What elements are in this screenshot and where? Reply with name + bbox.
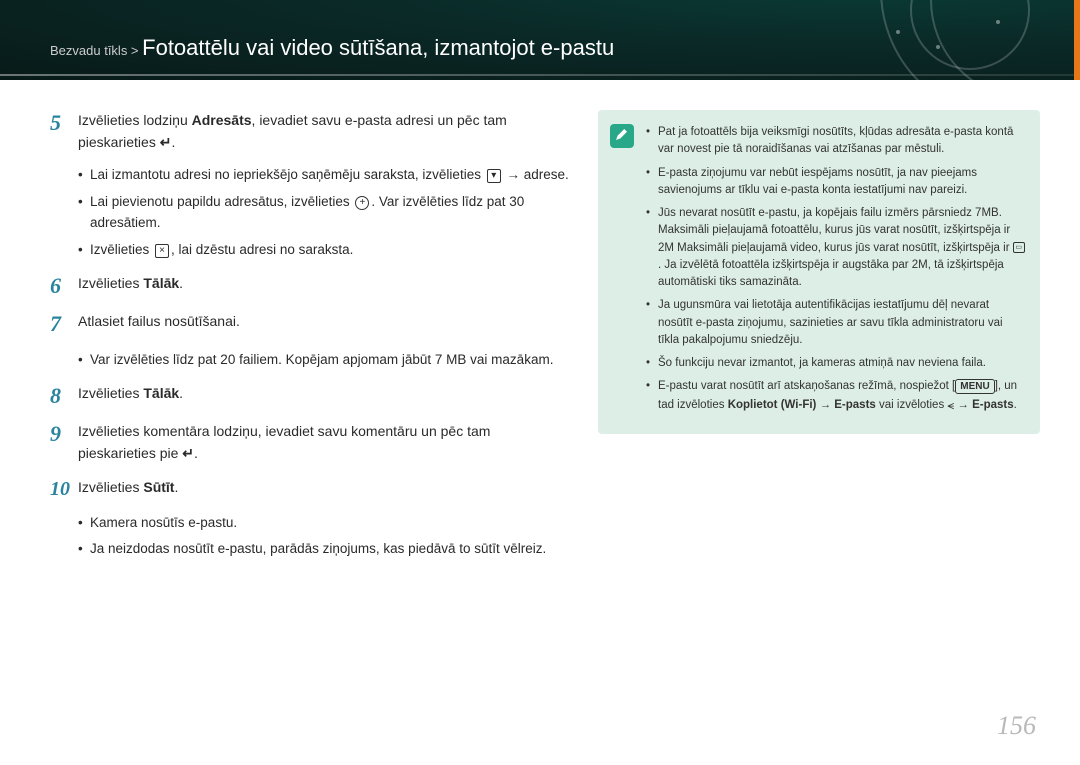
substep: •Izvēlieties ×, lai dzēstu adresi no sar… <box>78 240 570 261</box>
step-number: 7 <box>50 311 78 337</box>
page-title: Fotoattēlu vai video sūtīšana, izmantojo… <box>142 35 614 60</box>
dot-decor <box>936 45 940 49</box>
tip-item: •Šo funkciju nevar izmantot, ja kameras … <box>646 355 1026 372</box>
tip-item: •E-pasta ziņojumu var nebūt iespējams no… <box>646 165 1026 200</box>
step-number: 9 <box>50 421 78 464</box>
tips-box: •Pat ja fotoattēls bija veiksmīgi nosūtī… <box>598 110 1040 434</box>
resolution-icon: ▭ <box>1013 242 1025 253</box>
substep: •Kamera nosūtīs e-pastu. <box>78 513 570 534</box>
step-10: 10 Izvēlieties Sūtīt. <box>50 477 570 501</box>
delete-icon: × <box>155 244 169 258</box>
substep: •Var izvēlēties līdz pat 20 failiem. Kop… <box>78 350 570 371</box>
page-number: 156 <box>997 711 1036 741</box>
step-number: 6 <box>50 273 78 299</box>
dot-decor <box>996 20 1000 24</box>
step-8: 8 Izvēlieties Tālāk. <box>50 383 570 409</box>
dot-decor <box>896 30 900 34</box>
substep: •Lai izmantotu adresi no iepriekšējo saņ… <box>78 165 570 186</box>
dropdown-icon: ▾ <box>487 169 501 183</box>
substep: •Lai pievienotu papildu adresātus, izvēl… <box>78 192 570 234</box>
step-9: 9 Izvēlieties komentāra lodziņu, ievadie… <box>50 421 570 464</box>
step-number: 10 <box>50 477 78 501</box>
add-icon: + <box>355 196 369 210</box>
substep: •Ja neizdodas nosūtīt e-pastu, parādās z… <box>78 539 570 560</box>
step-7: 7 Atlasiet failus nosūtīšanai. <box>50 311 570 337</box>
accent-bar <box>1074 0 1080 80</box>
tip-item: •Ja ugunsmūra vai lietotāja autentifikāc… <box>646 297 1026 349</box>
step-5: 5 Izvēlieties lodziņu Adresāts, ievadiet… <box>50 110 570 153</box>
header-underline <box>0 74 1074 76</box>
tip-item: •Jūs nevarat nosūtīt e-pastu, ja kopējai… <box>646 205 1026 291</box>
instructions-column: 5 Izvēlieties lodziņu Adresāts, ievadiet… <box>50 110 570 572</box>
tip-item: •Pat ja fotoattēls bija veiksmīgi nosūtī… <box>646 124 1026 159</box>
step-6: 6 Izvēlieties Tālāk. <box>50 273 570 299</box>
enter-icon: ↵ <box>160 132 172 154</box>
tip-item: •E-pastu varat nosūtīt arī atskaņošanas … <box>646 378 1026 414</box>
note-icon <box>610 124 634 148</box>
menu-button-icon: MENU <box>955 379 994 394</box>
step-number: 5 <box>50 110 78 153</box>
breadcrumb: Bezvadu tīkls > Fotoattēlu vai video sūt… <box>50 35 614 61</box>
step-number: 8 <box>50 383 78 409</box>
enter-icon: ↵ <box>182 443 194 465</box>
